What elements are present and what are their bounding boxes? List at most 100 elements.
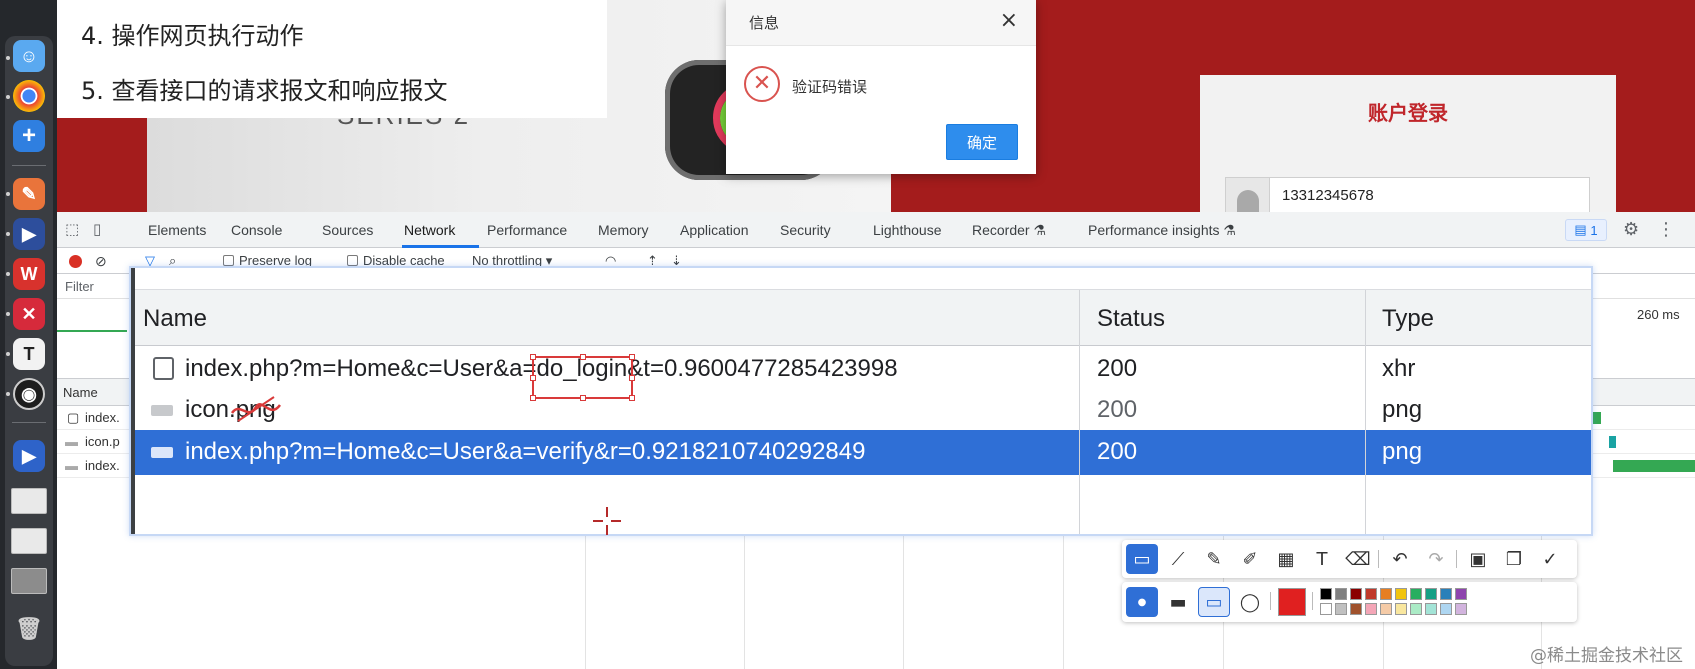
eraser-tool-icon[interactable]: ⌫ — [1342, 544, 1374, 574]
dock: ☺ + ✎ ▶ W ✕ T ◉ ▶ 🗑 — [0, 0, 57, 669]
save-icon[interactable]: ▣ — [1462, 544, 1494, 574]
overview-time-label: 260 ms — [1637, 307, 1680, 322]
chrome-icon[interactable] — [13, 80, 45, 112]
current-color-swatch[interactable] — [1278, 588, 1306, 616]
stroke-size-small-icon[interactable]: ● — [1126, 587, 1158, 617]
typora-icon[interactable]: T — [13, 338, 45, 370]
tab-application[interactable]: Application — [680, 222, 749, 238]
record-icon[interactable] — [69, 255, 82, 268]
pencil-tool-icon[interactable]: ✎ — [1198, 544, 1230, 574]
app-plus-icon[interactable]: + — [13, 120, 45, 152]
filter-input[interactable]: Filter — [65, 279, 94, 294]
mosaic-tool-icon[interactable]: ▦ — [1270, 544, 1302, 574]
toolbar-separator — [1312, 592, 1313, 610]
text-tool-icon[interactable]: T — [1306, 544, 1338, 574]
column-name-header[interactable]: Name — [63, 385, 98, 400]
tab-performance-insights[interactable]: Performance insights ⚗ — [1088, 222, 1236, 239]
xmind-icon[interactable]: ✕ — [13, 298, 45, 330]
rectangle-shape-icon[interactable]: ▭ — [1198, 587, 1230, 617]
clear-icon[interactable]: ⊘ — [95, 253, 107, 270]
shape-tool-icon[interactable]: ▭ — [1126, 544, 1158, 574]
recent-file-thumbnail[interactable] — [11, 568, 47, 594]
step-4: 4. 操作网页执行动作 — [81, 22, 304, 50]
tab-sources[interactable]: Sources — [322, 222, 373, 238]
color-swatch[interactable] — [1425, 603, 1437, 615]
redo-icon[interactable]: ↷ — [1420, 544, 1452, 574]
message-icon: ▤ — [1574, 222, 1587, 237]
table-row[interactable]: icon.png 200 png — [135, 388, 1591, 433]
waterfall-gridline — [903, 536, 904, 669]
color-swatch[interactable] — [1410, 603, 1422, 615]
pen-app-icon[interactable]: ✎ — [13, 178, 45, 210]
finder-icon[interactable]: ☺ — [13, 40, 45, 72]
zoomed-request-table: Name Status Type index.php?m=Home&c=User… — [129, 266, 1593, 536]
gear-icon[interactable]: ⚙ — [1623, 219, 1639, 240]
confirm-icon[interactable]: ✓ — [1534, 544, 1566, 574]
issues-badge[interactable]: ▤ 1 — [1565, 219, 1607, 241]
table-row[interactable]: index.php?m=Home&c=User&a=do_login&t=0.9… — [135, 346, 1591, 401]
message-dialog: 信息 × ✕ 验证码错误 确定 — [726, 0, 1036, 174]
fill-style-icon[interactable]: ▬ — [1162, 587, 1194, 617]
color-swatch[interactable] — [1365, 603, 1377, 615]
color-swatch[interactable] — [1440, 588, 1452, 600]
more-options-icon[interactable]: ⋮ — [1657, 219, 1675, 240]
user-icon — [1226, 178, 1270, 212]
color-swatch[interactable] — [1455, 588, 1467, 600]
color-swatch[interactable] — [1440, 603, 1452, 615]
obs-icon[interactable]: ◉ — [13, 378, 45, 410]
color-swatch[interactable] — [1335, 603, 1347, 615]
color-swatch[interactable] — [1425, 588, 1437, 600]
video-app-icon[interactable]: ▶ — [13, 218, 45, 250]
toolbar-separator — [1378, 550, 1379, 568]
wps-icon[interactable]: W — [13, 258, 45, 290]
color-swatch[interactable] — [1350, 603, 1362, 615]
dialog-message: 验证码错误 — [792, 78, 868, 96]
dock-running-indicator — [6, 272, 10, 276]
trash-icon[interactable]: 🗑 — [13, 613, 45, 645]
color-swatch[interactable] — [1335, 588, 1347, 600]
image-icon — [151, 447, 173, 458]
copy-icon[interactable]: ❐ — [1498, 544, 1530, 574]
tab-elements[interactable]: Elements — [148, 222, 206, 238]
waterfall-gridline — [585, 536, 586, 669]
column-name-header[interactable]: Name — [143, 305, 207, 333]
column-type-header[interactable]: Type — [1382, 305, 1434, 333]
color-swatch[interactable] — [1320, 588, 1332, 600]
color-swatch[interactable] — [1410, 588, 1422, 600]
tab-security[interactable]: Security — [780, 222, 831, 238]
table-row-selected[interactable]: index.php?m=Home&c=User&a=verify&r=0.921… — [135, 430, 1591, 475]
phone-field[interactable]: 13312345678 — [1225, 177, 1590, 212]
tab-console[interactable]: Console — [231, 222, 282, 238]
column-divider — [1079, 290, 1080, 534]
tab-memory[interactable]: Memory — [598, 222, 649, 238]
phone-value: 13312345678 — [1282, 187, 1374, 204]
undo-icon[interactable]: ↶ — [1384, 544, 1416, 574]
tab-lighthouse[interactable]: Lighthouse — [873, 222, 942, 238]
color-swatch[interactable] — [1455, 603, 1467, 615]
type-cell: xhr — [1382, 355, 1416, 382]
marker-tool-icon[interactable]: ✐ — [1234, 544, 1266, 574]
tab-performance[interactable]: Performance — [487, 222, 567, 238]
ellipse-shape-icon[interactable]: ◯ — [1234, 587, 1266, 617]
color-swatch[interactable] — [1395, 603, 1407, 615]
color-swatch[interactable] — [1380, 588, 1392, 600]
column-status-header[interactable]: Status — [1097, 305, 1165, 333]
color-swatch[interactable] — [1365, 588, 1377, 600]
color-swatch[interactable] — [1320, 603, 1332, 615]
color-swatch[interactable] — [1350, 588, 1362, 600]
close-icon[interactable]: × — [1000, 10, 1018, 32]
inspect-element-icon[interactable]: ⬚ — [65, 220, 79, 238]
tab-network[interactable]: Network — [404, 222, 455, 238]
color-swatch[interactable] — [1395, 588, 1407, 600]
device-toolbar-icon[interactable]: ▯ — [93, 220, 101, 238]
line-tool-icon[interactable]: ⟋ — [1162, 544, 1194, 574]
annotation-style-row: ● ▬ ▭ ◯ — [1122, 582, 1577, 622]
ok-button[interactable]: 确定 — [946, 124, 1018, 160]
recent-file-thumbnail[interactable] — [11, 488, 47, 514]
color-swatch[interactable] — [1380, 603, 1392, 615]
document-icon — [153, 357, 174, 380]
dock-running-indicator — [6, 95, 10, 99]
recent-file-thumbnail[interactable] — [11, 528, 47, 554]
tab-recorder[interactable]: Recorder ⚗ — [972, 222, 1046, 239]
media-app-icon[interactable]: ▶ — [13, 440, 45, 472]
